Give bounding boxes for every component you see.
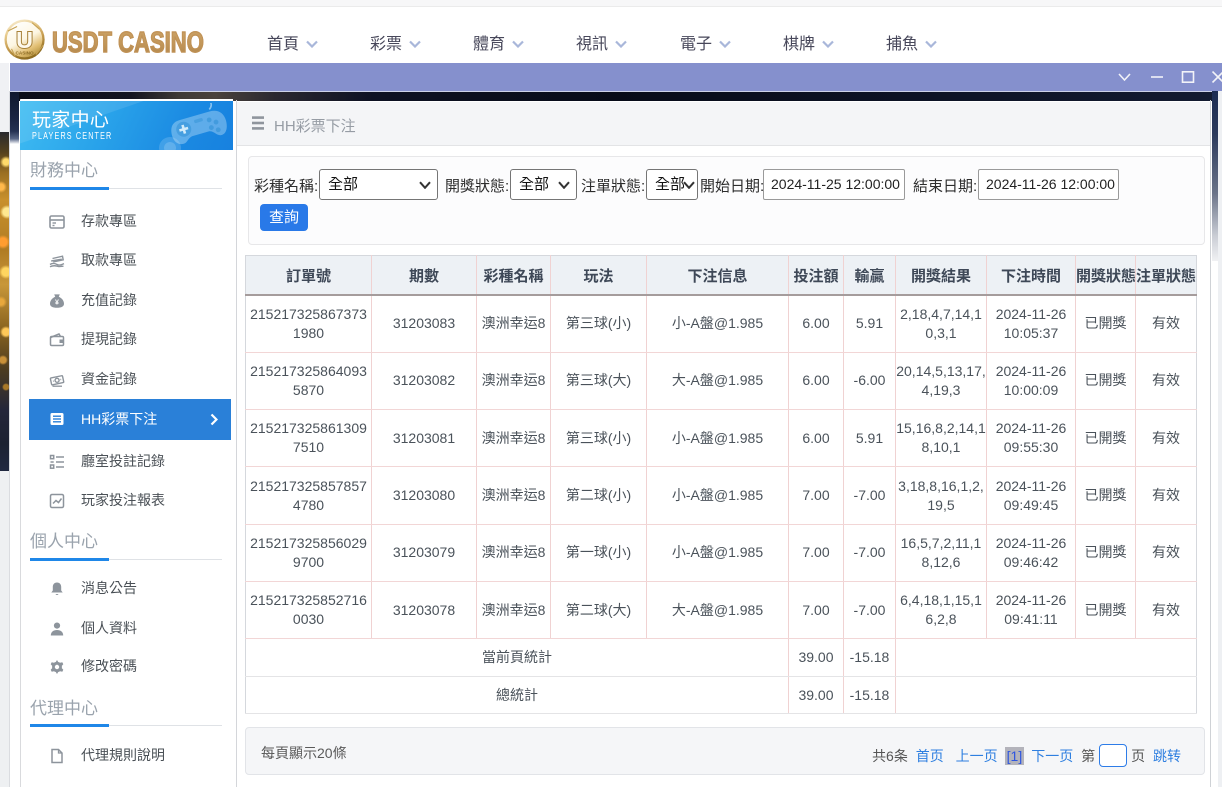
svg-text:U: U bbox=[16, 27, 33, 53]
svg-text:CASINO: CASINO bbox=[16, 51, 34, 56]
svg-text:¥: ¥ bbox=[55, 300, 59, 307]
